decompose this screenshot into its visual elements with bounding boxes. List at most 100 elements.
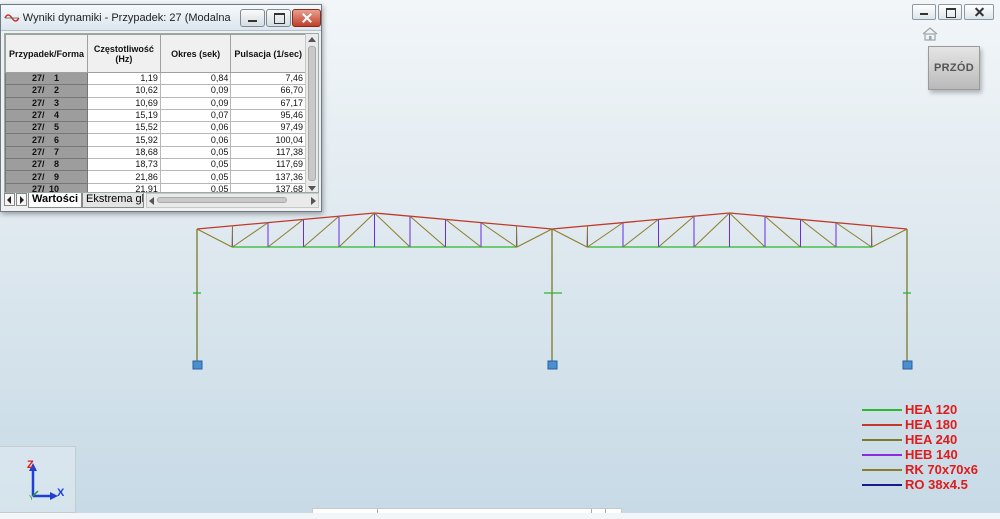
- row-header[interactable]: 27/10: [5, 182, 88, 192]
- frequency-cell[interactable]: 15,92: [86, 133, 161, 147]
- frequency-cell[interactable]: 15,52: [86, 121, 161, 135]
- period-cell[interactable]: 0,07: [159, 108, 232, 123]
- close-button[interactable]: [292, 8, 321, 27]
- period-cell[interactable]: 0,06: [159, 121, 232, 135]
- tab-prev-icon[interactable]: [4, 193, 15, 206]
- diagonal-member[interactable]: [764, 215, 801, 248]
- diagonal-member[interactable]: [303, 215, 340, 248]
- diagonal-member[interactable]: [835, 222, 872, 248]
- diagonal-member[interactable]: [729, 212, 766, 248]
- frequency-cell[interactable]: 18,73: [86, 158, 161, 172]
- diagonal-member[interactable]: [693, 212, 730, 248]
- table-row[interactable]: 27/3 10,69 0,09 67,17: [5, 96, 306, 110]
- row-header[interactable]: 27/6: [5, 133, 88, 147]
- pulsation-cell[interactable]: 7,46: [230, 71, 306, 86]
- period-cell[interactable]: 0,05: [159, 145, 232, 160]
- diagonal-member[interactable]: [196, 228, 233, 248]
- pulsation-cell[interactable]: 97,49: [230, 121, 306, 135]
- scroll-right-icon[interactable]: [311, 197, 316, 205]
- frequency-cell[interactable]: 10,69: [86, 96, 161, 110]
- top-chord[interactable]: [196, 212, 375, 230]
- pulsation-cell[interactable]: 66,70: [230, 84, 306, 98]
- diagonal-member[interactable]: [587, 222, 624, 248]
- diagonal-member[interactable]: [374, 212, 411, 248]
- diagonal-member[interactable]: [232, 222, 269, 248]
- diagonal-member[interactable]: [338, 212, 375, 248]
- row-header[interactable]: 27/8: [5, 158, 88, 172]
- scroll-thumb[interactable]: [157, 197, 288, 203]
- support-node[interactable]: [547, 360, 558, 370]
- frequency-cell[interactable]: 15,19: [86, 108, 161, 123]
- period-cell[interactable]: 0,06: [159, 133, 232, 147]
- scroll-thumb[interactable]: [308, 46, 316, 181]
- dynamics-results-window[interactable]: Wyniki dynamiki - Przypadek: 27 (Modalna…: [0, 4, 322, 212]
- period-cell[interactable]: 0,05: [159, 158, 232, 172]
- top-chord[interactable]: [729, 212, 908, 230]
- diagonal-member[interactable]: [658, 215, 695, 248]
- period-cell[interactable]: 0,09: [159, 96, 232, 110]
- column-header-pulsation[interactable]: Pulsacja (1/sec): [230, 34, 306, 73]
- row-header[interactable]: 27/2: [5, 84, 88, 98]
- pulsation-cell[interactable]: 67,17: [230, 96, 306, 110]
- table-row[interactable]: 27/9 21,86 0,05 137,36: [5, 170, 306, 184]
- row-header[interactable]: 27/4: [5, 108, 88, 123]
- minimize-button[interactable]: [240, 8, 265, 27]
- top-chord[interactable]: [374, 212, 553, 230]
- diagonal-member[interactable]: [516, 225, 518, 248]
- table-row[interactable]: 27/8 18,73 0,05 117,69: [5, 158, 306, 172]
- pulsation-cell[interactable]: 100,04: [230, 133, 306, 147]
- column-header-period[interactable]: Okres (sek): [159, 34, 232, 73]
- column-header-frequency[interactable]: Częstotliwość (Hz): [86, 34, 161, 73]
- pulsation-cell[interactable]: 117,69: [230, 158, 306, 172]
- diagonal-member[interactable]: [267, 219, 304, 248]
- window-titlebar[interactable]: Wyniki dynamiki - Przypadek: 27 (Modalna…: [1, 5, 321, 31]
- frequency-cell[interactable]: 18,68: [86, 145, 161, 160]
- support-node[interactable]: [192, 360, 203, 370]
- scroll-down-icon[interactable]: [308, 186, 316, 191]
- frequency-cell[interactable]: 1,19: [86, 71, 161, 86]
- diagonal-member[interactable]: [871, 225, 873, 248]
- scroll-left-icon[interactable]: [149, 197, 155, 205]
- row-header[interactable]: 27/7: [5, 145, 88, 160]
- tab-next-icon[interactable]: [16, 193, 27, 206]
- tab-global-extremes[interactable]: Ekstrema glo: [82, 193, 145, 208]
- diagonal-member[interactable]: [871, 228, 908, 248]
- maximize-button[interactable]: [266, 8, 291, 27]
- row-header[interactable]: 27/1: [5, 71, 88, 86]
- diagonal-member[interactable]: [586, 225, 588, 248]
- diagonal-member[interactable]: [231, 225, 233, 248]
- pulsation-cell[interactable]: 137,68: [230, 182, 306, 192]
- pulsation-cell[interactable]: 117,38: [230, 145, 306, 160]
- pulsation-cell[interactable]: 137,36: [230, 170, 306, 184]
- diagonal-member[interactable]: [551, 228, 588, 248]
- period-cell[interactable]: 0,09: [159, 84, 232, 98]
- period-cell[interactable]: 0,05: [159, 182, 232, 192]
- frequency-cell[interactable]: 21,91: [86, 182, 161, 192]
- top-chord[interactable]: [551, 212, 730, 230]
- table-row[interactable]: 27/6 15,92 0,06 100,04: [5, 133, 306, 147]
- diagonal-member[interactable]: [622, 219, 659, 248]
- diagonal-member[interactable]: [480, 222, 517, 248]
- diagonal-member[interactable]: [409, 215, 446, 248]
- diagonal-member[interactable]: [445, 219, 482, 248]
- frequency-cell[interactable]: 10,62: [86, 84, 161, 98]
- table-row[interactable]: 27/7 18,68 0,05 117,38: [5, 145, 306, 160]
- support-node[interactable]: [902, 360, 913, 370]
- table-row[interactable]: 27/1 1,19 0,84 7,46: [5, 71, 306, 86]
- table-row[interactable]: 27/10 21,91 0,05 137,68: [5, 182, 306, 192]
- pulsation-cell[interactable]: 95,46: [230, 108, 306, 123]
- scroll-up-icon[interactable]: [308, 37, 316, 42]
- vertical-scrollbar[interactable]: [305, 34, 318, 192]
- row-header[interactable]: 27/9: [5, 170, 88, 184]
- diagonal-member[interactable]: [516, 228, 553, 248]
- period-cell[interactable]: 0,05: [159, 170, 232, 184]
- column-header-case[interactable]: Przypadek/Forma: [5, 34, 88, 73]
- horizontal-scrollbar[interactable]: [146, 193, 319, 208]
- diagonal-member[interactable]: [800, 219, 837, 248]
- tab-values[interactable]: Wartości: [28, 193, 83, 208]
- frequency-cell[interactable]: 21,86: [86, 170, 161, 184]
- table-row[interactable]: 27/5 15,52 0,06 97,49: [5, 121, 306, 135]
- table-row[interactable]: 27/4 15,19 0,07 95,46: [5, 108, 306, 123]
- row-header[interactable]: 27/3: [5, 96, 88, 110]
- row-header[interactable]: 27/5: [5, 121, 88, 135]
